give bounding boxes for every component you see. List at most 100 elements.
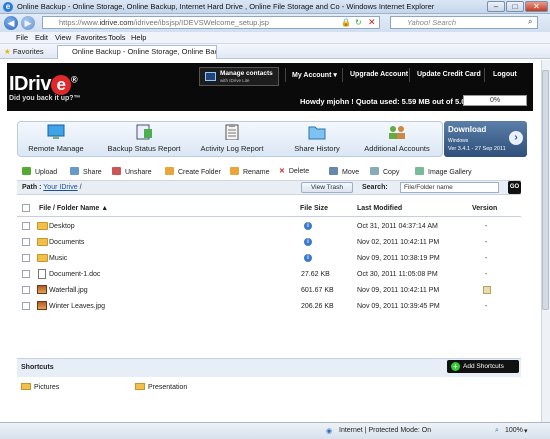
column-name[interactable]: File / Folder Name ▲ [39, 205, 108, 212]
security-zone[interactable]: Internet | Protected Mode: On [339, 427, 431, 434]
row-checkbox[interactable] [22, 254, 30, 262]
create-folder-button[interactable]: Create Folder [165, 167, 221, 176]
shortcut-pictures[interactable]: Pictures [21, 383, 59, 391]
table-row[interactable]: Music i Nov 09, 2011 10:38:19 PM - [17, 251, 521, 267]
table-row[interactable]: Waterfall.jpg 601.67 KB Nov 09, 2011 10:… [17, 283, 521, 299]
stop-icon[interactable]: ✕ [368, 17, 376, 28]
file-name[interactable]: Music [49, 255, 67, 262]
divider [409, 68, 410, 82]
my-account-menu[interactable]: My Account ▾ [292, 71, 337, 79]
zoom-level[interactable]: 100% [505, 427, 523, 434]
file-version: - [485, 223, 488, 230]
gallery-icon [415, 167, 424, 175]
file-name[interactable]: Winter Leaves.jpg [49, 303, 105, 310]
tab-activity-log-report[interactable]: Activity Log Report [192, 121, 272, 157]
info-icon[interactable]: i [304, 238, 312, 246]
favorites-button[interactable]: ★ Favorites [4, 47, 44, 56]
unshare-icon [112, 167, 121, 175]
forward-button[interactable]: ▶ [21, 16, 35, 30]
manage-contacts-button[interactable]: Manage contacts with IDrive Lite [199, 67, 279, 86]
tab-backup-status-report[interactable]: Backup Status Report [98, 121, 190, 157]
upload-button[interactable]: Upload [22, 167, 57, 176]
share-folder-icon [308, 126, 326, 140]
select-all-checkbox[interactable] [22, 204, 30, 212]
row-checkbox[interactable] [22, 302, 30, 310]
unshare-button[interactable]: Unshare [112, 167, 151, 176]
menu-tools[interactable]: Tools [108, 33, 126, 42]
scrollbar-thumb[interactable] [542, 70, 549, 310]
tab-remote-manage[interactable]: Remote Manage [20, 121, 92, 157]
rename-icon [230, 167, 239, 175]
view-trash-button[interactable]: View Trash [301, 182, 353, 193]
file-name[interactable]: Waterfall.jpg [49, 287, 88, 294]
favorites-bar: ★ Favorites Online Backup - Online Stora… [0, 44, 550, 59]
folder-icon [37, 238, 48, 246]
file-name[interactable]: Document-1.doc [49, 271, 100, 278]
maximize-button[interactable]: □ [506, 1, 524, 12]
add-shortcuts-label: Add Shortcuts [463, 363, 504, 370]
share-button[interactable]: Share [70, 167, 102, 176]
copy-button[interactable]: Copy [370, 167, 399, 176]
menu-help[interactable]: Help [131, 33, 146, 42]
file-modified: Nov 02, 2011 10:42:11 PM [357, 239, 440, 246]
delete-button[interactable]: ✕ Delete [279, 167, 309, 175]
file-modified: Nov 09, 2011 10:38:19 PM [357, 255, 440, 262]
delete-label: Delete [288, 168, 310, 175]
tab-share-history[interactable]: Share History [281, 121, 353, 157]
image-gallery-button[interactable]: Image Gallery [415, 167, 472, 176]
menu-favorites[interactable]: Favorites [76, 33, 107, 42]
refresh-icon[interactable]: ↻ [355, 18, 362, 27]
idrive-logo[interactable]: IDriv e ® [9, 73, 78, 96]
file-size: 206.26 KB [301, 303, 334, 310]
add-shortcuts-button[interactable]: + Add Shortcuts [447, 360, 519, 373]
search-input[interactable]: Yahoo! Search [390, 16, 538, 29]
upload-icon [22, 167, 31, 175]
file-name[interactable]: Desktop [49, 223, 75, 230]
manage-contacts-sub: with IDrive Lite [220, 78, 250, 83]
menu-view[interactable]: View [55, 33, 71, 42]
minimize-button[interactable]: – [487, 1, 505, 12]
lock-icon[interactable]: 🔒 [341, 18, 351, 27]
search-icon[interactable]: ⌕ [528, 17, 532, 27]
file-modified: Nov 09, 2011 10:39:45 PM [357, 303, 440, 310]
image-icon [37, 301, 47, 310]
url-domain: idrive.com [99, 18, 134, 27]
image-gallery-label: Image Gallery [428, 169, 472, 176]
info-icon[interactable]: i [304, 222, 312, 230]
info-icon[interactable]: i [304, 254, 312, 262]
upload-label: Upload [35, 169, 58, 176]
file-size: 601.67 KB [301, 287, 334, 294]
divider [285, 68, 286, 82]
go-button[interactable]: GO [508, 181, 521, 194]
shortcut-presentation[interactable]: Presentation [135, 383, 187, 391]
back-button[interactable]: ◀ [4, 16, 18, 30]
row-checkbox[interactable] [22, 286, 30, 294]
logout-link[interactable]: Logout [493, 71, 517, 78]
ie-logo-icon: e [3, 2, 13, 12]
file-search-input[interactable]: File/Folder name [400, 182, 499, 193]
file-name[interactable]: Documents [49, 239, 84, 246]
path-root-link[interactable]: Your IDrive [43, 184, 77, 191]
version-history-icon[interactable] [483, 286, 491, 294]
address-input[interactable]: https://www.idrive.com/idrivee/ibsjsp/ID… [42, 16, 380, 29]
close-window-button[interactable]: ✕ [525, 1, 548, 12]
move-button[interactable]: Move [329, 167, 359, 176]
share-label: Share [83, 169, 102, 176]
tab-additional-accounts[interactable]: Additional Accounts [358, 121, 436, 157]
table-row[interactable]: Document-1.doc 27.62 KB Oct 30, 2011 11:… [17, 267, 521, 283]
download-panel[interactable]: Download Windows Ver 3.4.1 - 27 Sep 2011… [444, 121, 527, 157]
menu-file[interactable]: File [16, 33, 28, 42]
upgrade-account-link[interactable]: Upgrade Account [350, 71, 408, 78]
row-checkbox[interactable] [22, 270, 30, 278]
table-row[interactable]: Documents i Nov 02, 2011 10:42:11 PM - [17, 235, 521, 251]
table-row[interactable]: Desktop i Oct 31, 2011 04:37:14 AM - [17, 219, 521, 235]
browser-tab[interactable]: Online Backup - Online Storage, Online B… [57, 45, 217, 59]
table-row[interactable]: Winter Leaves.jpg 206.26 KB Nov 09, 2011… [17, 299, 521, 315]
monitor-icon [205, 72, 216, 81]
update-credit-card-link[interactable]: Update Credit Card [417, 71, 481, 78]
rename-button[interactable]: Rename [230, 167, 269, 176]
menu-edit[interactable]: Edit [35, 33, 48, 42]
chevron-down-icon[interactable]: ▾ [524, 427, 528, 435]
row-checkbox[interactable] [22, 222, 30, 230]
row-checkbox[interactable] [22, 238, 30, 246]
